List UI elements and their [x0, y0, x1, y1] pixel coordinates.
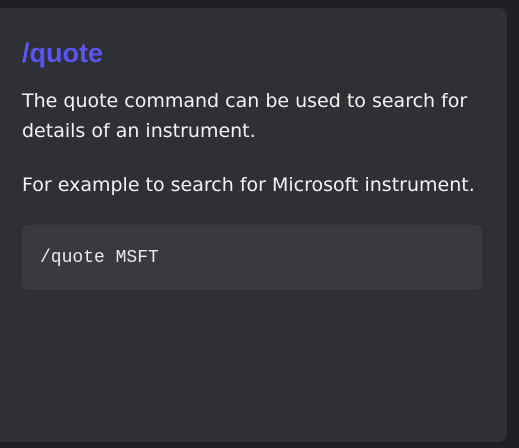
command-description: The quote command can be used to search …	[22, 90, 468, 142]
command-help-card: /quote The quote command can be used to …	[0, 8, 507, 442]
command-title: /quote	[22, 38, 103, 68]
example-code-block: /quote MSFT	[22, 225, 482, 290]
example-description: For example to search for Microsoft inst…	[22, 174, 475, 196]
example-code: /quote MSFT	[40, 247, 159, 268]
